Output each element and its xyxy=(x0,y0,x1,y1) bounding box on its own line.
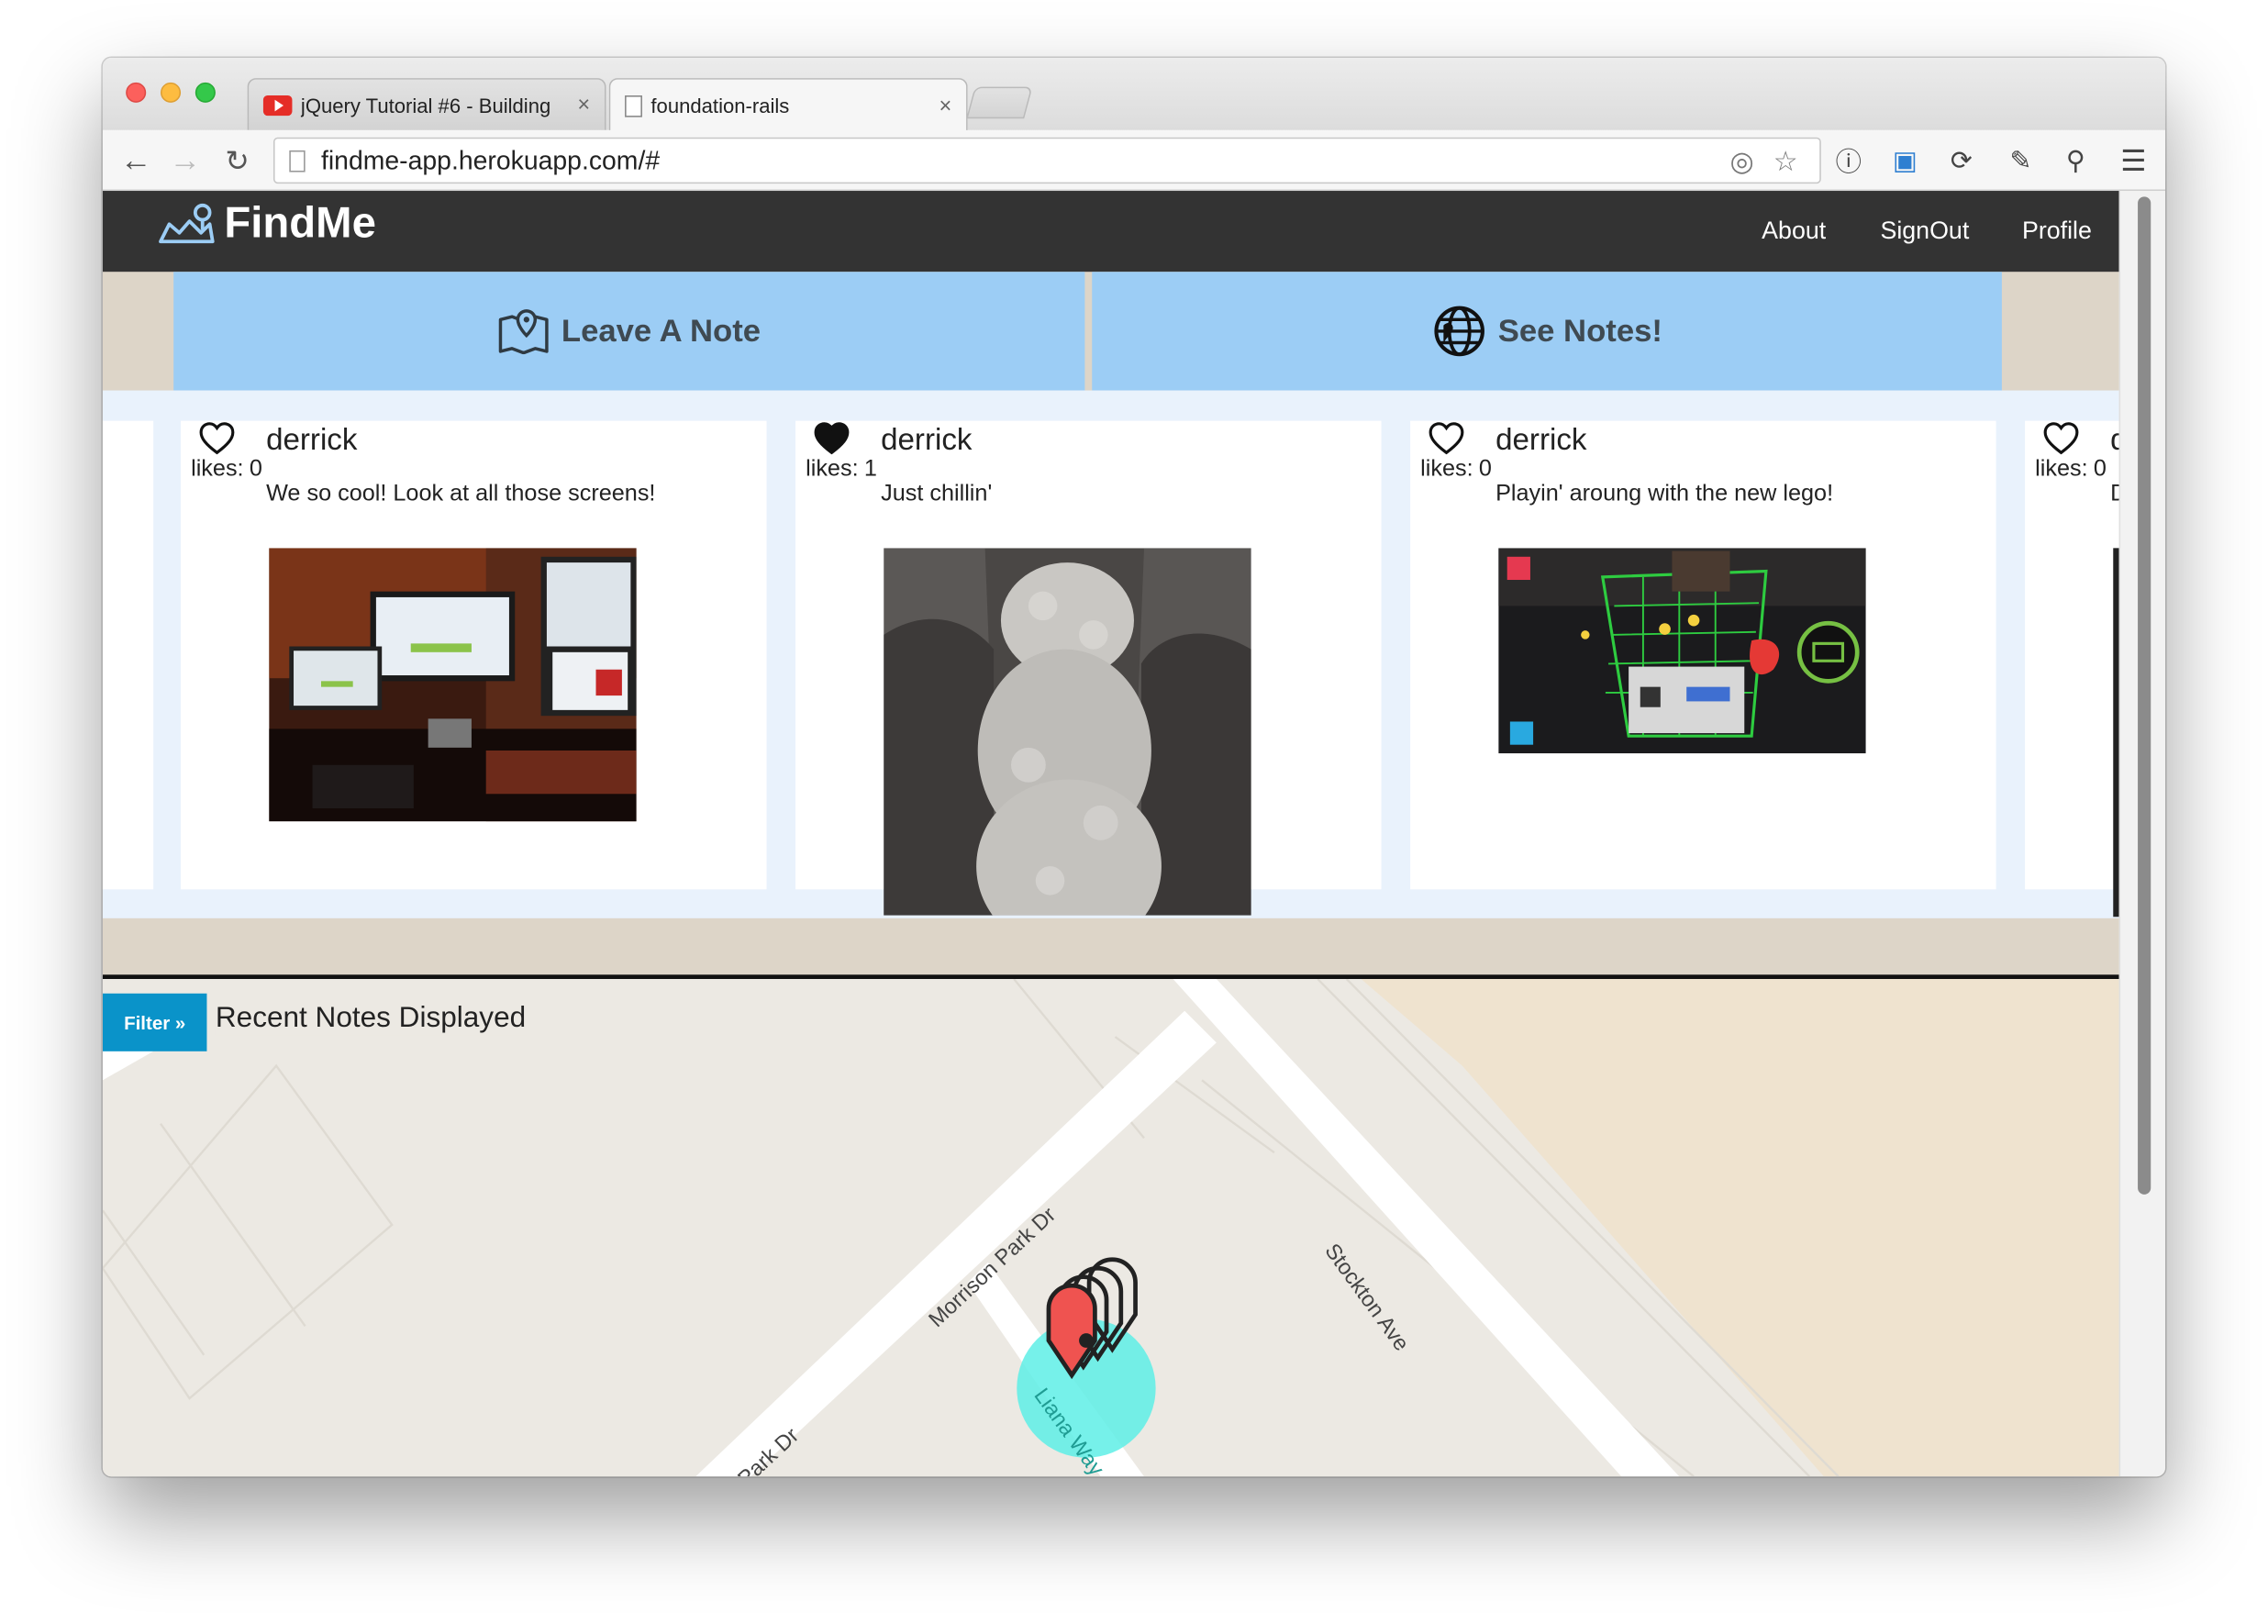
back-arrow-icon[interactable]: ← xyxy=(117,141,155,179)
note-photo-screens[interactable] xyxy=(269,548,637,822)
note-likes: likes: 1 xyxy=(806,457,877,483)
note-likes: likes: 0 xyxy=(2035,457,2107,483)
note-message: Just chillin' xyxy=(881,481,993,506)
location-target-icon[interactable]: ◎ xyxy=(1729,146,1753,179)
tab-title: foundation-rails xyxy=(650,94,790,117)
note-message: We so cool! Look at all those screens! xyxy=(266,481,656,506)
address-bar[interactable]: findme-app.herokuapp.com/# ◎ ☆ xyxy=(272,137,1821,184)
sync-extension-icon[interactable]: ⟳ xyxy=(1944,143,1979,178)
scrollbar-thumb[interactable] xyxy=(2138,196,2151,1195)
tab-close-icon[interactable]: × xyxy=(939,94,952,118)
heart-outline-icon[interactable] xyxy=(2042,421,2080,456)
note-photo-lego[interactable] xyxy=(1498,548,1866,754)
window-extension-icon[interactable]: ▣ xyxy=(1887,143,1922,178)
bookmark-star-icon[interactable]: ☆ xyxy=(1773,146,1798,179)
map[interactable]: Filter » Recent Notes Displayed Stockton… xyxy=(102,979,2119,1477)
eyedropper-extension-icon[interactable]: ✎ xyxy=(2003,143,2038,178)
likes-count: 1 xyxy=(863,457,877,482)
note-username[interactable]: derrick xyxy=(881,424,972,459)
see-notes-label: See Notes! xyxy=(1497,312,1662,349)
youtube-icon xyxy=(262,95,293,116)
nav-signout-link[interactable]: SignOut xyxy=(1880,217,1969,246)
menu-icon[interactable]: ☰ xyxy=(2116,143,2151,178)
map-title: Recent Notes Displayed xyxy=(215,1002,527,1036)
note-username[interactable]: derrick xyxy=(266,424,357,459)
page-viewport: FindMe About SignOut Profile Leave A Not… xyxy=(102,191,2166,1477)
tab-bar: jQuery Tutorial #6 - Building × foundati… xyxy=(102,58,2166,132)
likes-count: 0 xyxy=(1478,457,1492,482)
likes-label: likes: xyxy=(1420,457,1473,482)
tab-foundation-rails[interactable]: foundation-rails × xyxy=(608,78,968,132)
map-pin-logo-icon xyxy=(159,203,215,244)
leave-note-button[interactable]: Leave A Note xyxy=(173,272,1085,391)
note-card-partial-left xyxy=(102,420,154,890)
new-tab-button[interactable] xyxy=(966,86,1033,119)
tab-title: jQuery Tutorial #6 - Building xyxy=(300,93,551,117)
likes-label: likes: xyxy=(806,457,859,482)
tab-close-icon[interactable]: × xyxy=(577,93,590,117)
pin-extension-icon[interactable]: ⚲ xyxy=(2058,143,2093,178)
note-username[interactable]: derrick xyxy=(1495,424,1586,459)
note-likes: likes: 0 xyxy=(1420,457,1492,483)
note-message: Playin' aroung with the new lego! xyxy=(1495,481,1834,506)
heart-outline-icon[interactable] xyxy=(198,421,236,456)
likes-count: 0 xyxy=(249,457,262,482)
leave-note-label: Leave A Note xyxy=(561,312,762,349)
minimize-window-button[interactable] xyxy=(160,82,182,103)
app-navbar: FindMe About SignOut Profile xyxy=(102,191,2119,273)
browser-window: jQuery Tutorial #6 - Building × foundati… xyxy=(102,58,2166,1477)
forward-arrow-icon[interactable]: → xyxy=(166,141,204,179)
browser-toolbar: ← → ↻ findme-app.herokuapp.com/# ◎ ☆ ⓘ ▣… xyxy=(102,129,2166,192)
note-card: derrick likes: 0 Playin' aroung with the … xyxy=(1410,420,1996,890)
map-tiles xyxy=(102,979,2119,1477)
zoom-window-button[interactable] xyxy=(195,82,216,103)
tab-jquery-tutorial[interactable]: jQuery Tutorial #6 - Building × xyxy=(247,78,606,130)
page-icon xyxy=(289,150,306,172)
reload-icon[interactable]: ↻ xyxy=(218,141,256,179)
filter-button[interactable]: Filter » xyxy=(102,993,207,1051)
note-card: derrick likes: 0 We so cool! Look at all … xyxy=(181,420,767,890)
likes-count: 0 xyxy=(2093,457,2107,482)
globe-icon xyxy=(1433,306,1484,357)
likes-label: likes: xyxy=(191,457,244,482)
close-window-button[interactable] xyxy=(126,82,147,103)
page-scrollbar[interactable] xyxy=(2118,191,2166,1477)
url-text[interactable]: findme-app.herokuapp.com/# xyxy=(321,146,660,176)
brand-logo[interactable]: FindMe xyxy=(158,200,376,250)
nav-about-link[interactable]: About xyxy=(1762,217,1826,246)
map-note-icon xyxy=(498,309,549,355)
likes-label: likes: xyxy=(2035,457,2088,482)
nav-profile-link[interactable]: Profile xyxy=(2022,217,2092,246)
document-icon xyxy=(625,95,642,117)
brand-name: FindMe xyxy=(224,199,376,248)
notes-carousel: derrick likes: 0 We so cool! Look at all … xyxy=(102,390,2166,918)
info-extension-icon[interactable]: ⓘ xyxy=(1831,143,1866,178)
see-notes-button[interactable]: See Notes! xyxy=(1092,272,2002,391)
note-likes: likes: 0 xyxy=(191,457,262,483)
heart-outline-icon[interactable] xyxy=(1428,421,1465,456)
note-photo-dog[interactable] xyxy=(884,548,1251,916)
action-row: Leave A Note See Notes! xyxy=(102,272,2119,391)
heart-filled-icon[interactable] xyxy=(813,421,850,456)
